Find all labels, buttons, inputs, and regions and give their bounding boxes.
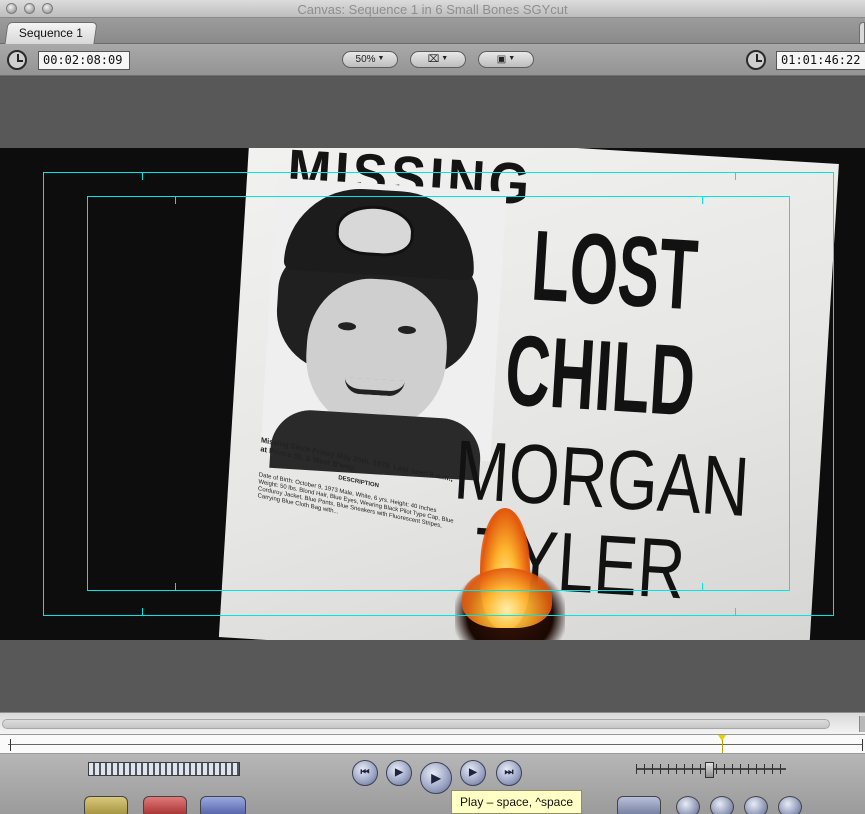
play-around-current-button[interactable]: ▶ [460,760,486,786]
safe-tick [175,583,176,591]
chevron-down-icon: ▼ [441,55,449,62]
play-in-out-icon: ▶ [395,767,403,778]
match-frame-button[interactable] [617,796,661,814]
current-timecode-field[interactable]: 00:02:08:09 [38,51,130,70]
scrubber-start-mark [10,739,11,751]
playhead[interactable] [718,735,726,753]
transport-controls: ⏮ ▶ ▶ ▶ ⏭ [0,754,865,814]
play-button[interactable]: ▶ [420,762,452,794]
view-popup-button[interactable]: ⌧ ▼ [410,51,466,68]
horizontal-scrollbar[interactable] [0,712,865,734]
play-tooltip: Play – space, ^space [451,790,583,814]
jog-knob[interactable] [705,762,714,778]
canvas-viewer[interactable]: MISSING LOST CHILD MORGAN TYLER Missing … [0,77,865,712]
overwrite-edit-button[interactable] [143,796,187,814]
go-to-next-edit-button[interactable]: ⏭ [496,760,522,786]
title-safe-overlay [87,196,790,591]
chevron-down-icon: ▼ [377,55,385,62]
safe-tick [175,196,176,204]
go-to-previous-edit-button[interactable]: ⏮ [352,760,378,786]
playhead-line [721,740,723,753]
tab-bar: Sequence 1 [0,18,865,44]
play-in-to-out-button[interactable]: ▶ [386,760,412,786]
scrubber-bar[interactable] [0,734,865,754]
previous-edit-icon: ⏮ [360,767,370,778]
add-marker-button[interactable] [710,796,734,814]
timecode-clock-icon [746,50,766,70]
tab-bar-handle[interactable] [859,22,865,44]
scrubber-end-mark [862,739,863,751]
scrollbar-end[interactable] [859,716,865,732]
video-frame[interactable]: MISSING LOST CHILD MORGAN TYLER Missing … [0,148,865,640]
canvas-controls-bar: 00:02:08:09 50% ▼ ⌧ ▼ ▣ ▼ 01:01:46:22 [0,44,865,76]
shuttle-control[interactable] [88,762,240,776]
replace-edit-button[interactable] [200,796,246,814]
mark-out-button[interactable] [778,796,802,814]
safe-tick [735,608,736,616]
tab-sequence-1[interactable]: Sequence 1 [4,22,98,44]
overlay-icon: ▣ [496,54,507,65]
scrubber-track [8,744,863,745]
overlay-popup-button[interactable]: ▣ ▼ [478,51,534,68]
window-title: Canvas: Sequence 1 in 6 Small Bones SGYc… [297,2,568,17]
duration-clock-icon [7,50,27,70]
mark-clip-button[interactable] [744,796,768,814]
zoom-value: 50% [355,54,376,65]
scrollbar-thumb[interactable] [2,719,830,729]
safe-tick [702,196,703,204]
insert-edit-button[interactable] [84,796,128,814]
next-edit-icon: ⏭ [504,767,514,778]
zoom-popup-button[interactable]: 50% ▼ [342,51,398,68]
safe-tick [142,172,143,180]
play-icon: ▶ [431,771,441,785]
safe-tick [702,583,703,591]
view-mode-icon: ⌧ [427,54,440,65]
mark-in-button[interactable] [676,796,700,814]
window-title-bar: Canvas: Sequence 1 in 6 Small Bones SGYc… [0,0,865,18]
duration-timecode-field[interactable]: 01:01:46:22 [776,51,865,70]
safe-tick [735,172,736,180]
safe-tick [142,608,143,616]
tab-label: Sequence 1 [18,26,83,40]
chevron-down-icon: ▼ [508,55,516,62]
jog-control[interactable] [636,762,786,778]
play-around-icon: ▶ [469,767,477,778]
